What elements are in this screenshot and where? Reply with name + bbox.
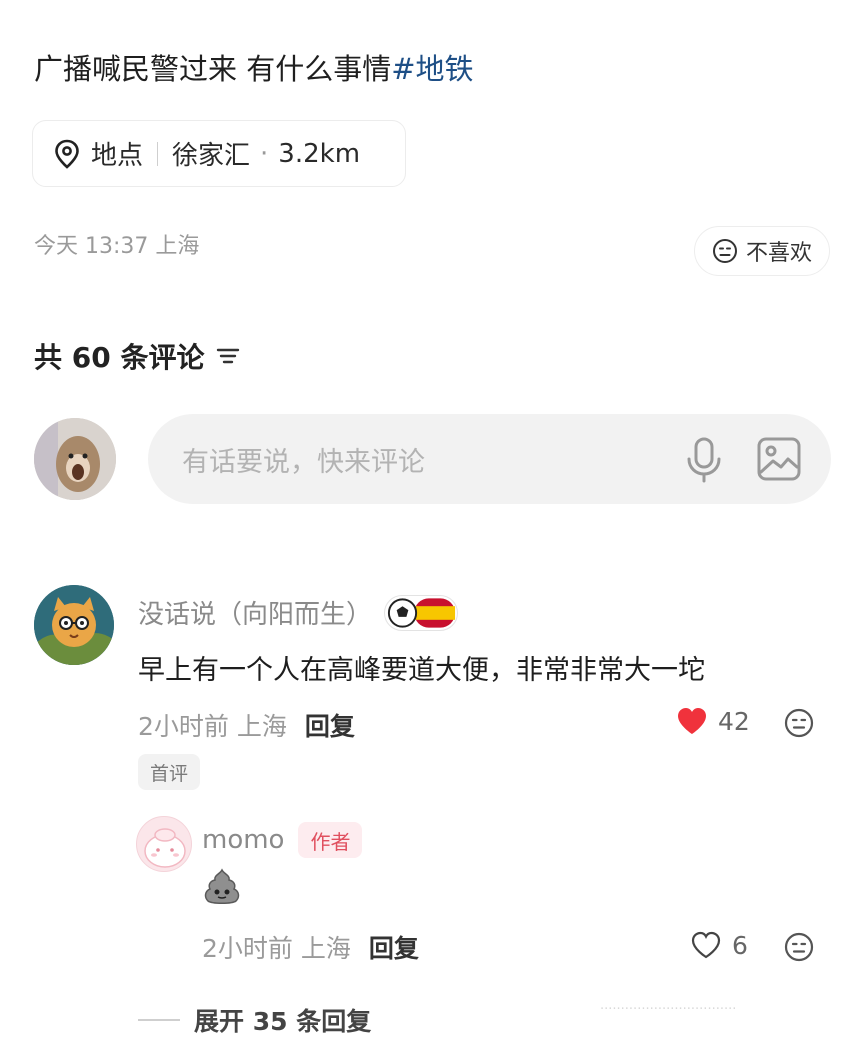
current-user-avatar[interactable] — [34, 418, 116, 500]
reply-like-button[interactable]: 6 — [690, 930, 748, 960]
comment-input-placeholder: 有话要说，快来评论 — [182, 446, 425, 478]
heart-filled-icon — [678, 708, 706, 734]
monkey-avatar-icon — [34, 418, 116, 500]
watermark: ································· — [600, 1002, 737, 1017]
reply-to-reply-button[interactable]: 回复 — [369, 929, 419, 965]
location-place: 徐家汇 — [172, 141, 251, 171]
pink-character-avatar-icon — [144, 828, 186, 868]
location-pin-icon — [55, 139, 79, 169]
divider-line — [138, 1019, 180, 1021]
comment-meta: 2小时前 上海 回复 — [138, 707, 355, 743]
comments-count-title: 共 60 条评论 — [34, 336, 240, 376]
first-comment-tag: 首评 — [138, 754, 201, 790]
like-count: 42 — [718, 706, 750, 736]
fan-badge[interactable] — [384, 594, 459, 631]
post-text: 广播喊民警过来 有什么事情#地铁 — [34, 46, 474, 88]
dislike-button[interactable]: 不喜欢 — [694, 226, 830, 276]
poop-sticker — [202, 866, 242, 910]
commenter-name-row: 没话说（向阳而生） — [138, 594, 459, 631]
neutral-face-icon — [784, 708, 814, 738]
divider — [157, 141, 159, 166]
post-time-location: 今天 13:37 上海 — [34, 234, 200, 259]
reply-time: 2小时前 — [202, 934, 293, 963]
comment-location: 上海 — [236, 712, 287, 741]
comment-time: 2小时前 — [138, 712, 229, 741]
comment-input[interactable]: 有话要说，快来评论 — [148, 414, 831, 504]
reply-like-count: 6 — [732, 930, 748, 960]
reply-name-row: momo 作者 — [202, 822, 363, 858]
dislike-label: 不喜欢 — [745, 241, 812, 266]
expand-replies-button[interactable]: 展开 35 条回复 — [138, 1002, 371, 1038]
sort-icon[interactable] — [216, 346, 240, 366]
reply-username[interactable]: momo — [202, 825, 284, 855]
post-body: 广播喊民警过来 有什么事情 — [34, 52, 392, 86]
microphone-icon[interactable] — [684, 437, 724, 483]
cat-avatar-icon — [34, 585, 114, 665]
neutral-face-icon — [712, 239, 737, 263]
reply-location: 上海 — [300, 934, 351, 963]
hashtag-link[interactable]: #地铁 — [391, 52, 473, 86]
comments-count: 共 60 条评论 — [34, 341, 205, 374]
separator-dot: · — [260, 138, 269, 169]
location-distance: 3.2km — [278, 138, 361, 169]
like-button[interactable]: 42 — [676, 706, 750, 736]
location-chip[interactable]: 地点 徐家汇 · 3.2km — [32, 120, 406, 187]
neutral-face-icon — [784, 932, 814, 962]
heart-outline-icon — [691, 931, 721, 959]
poop-sticker-icon — [204, 868, 240, 904]
author-tag: 作者 — [298, 822, 363, 858]
reply-react-button[interactable] — [784, 932, 814, 966]
comment-text: 早上有一个人在高峰要道大便，非常非常大一坨 — [138, 655, 705, 686]
image-upload-icon[interactable] — [756, 436, 802, 482]
reply-meta: 2小时前 上海 回复 — [202, 929, 419, 965]
location-label: 地点 — [91, 141, 144, 171]
reply-button[interactable]: 回复 — [305, 707, 355, 743]
react-button[interactable] — [784, 708, 814, 742]
commenter-avatar[interactable] — [34, 585, 114, 665]
soccer-spain-flag-icon — [387, 597, 456, 628]
commenter-name[interactable]: 没话说（向阳而生） — [138, 594, 372, 631]
reply-avatar[interactable] — [136, 816, 192, 872]
expand-replies-label: 展开 35 条回复 — [194, 1007, 372, 1036]
